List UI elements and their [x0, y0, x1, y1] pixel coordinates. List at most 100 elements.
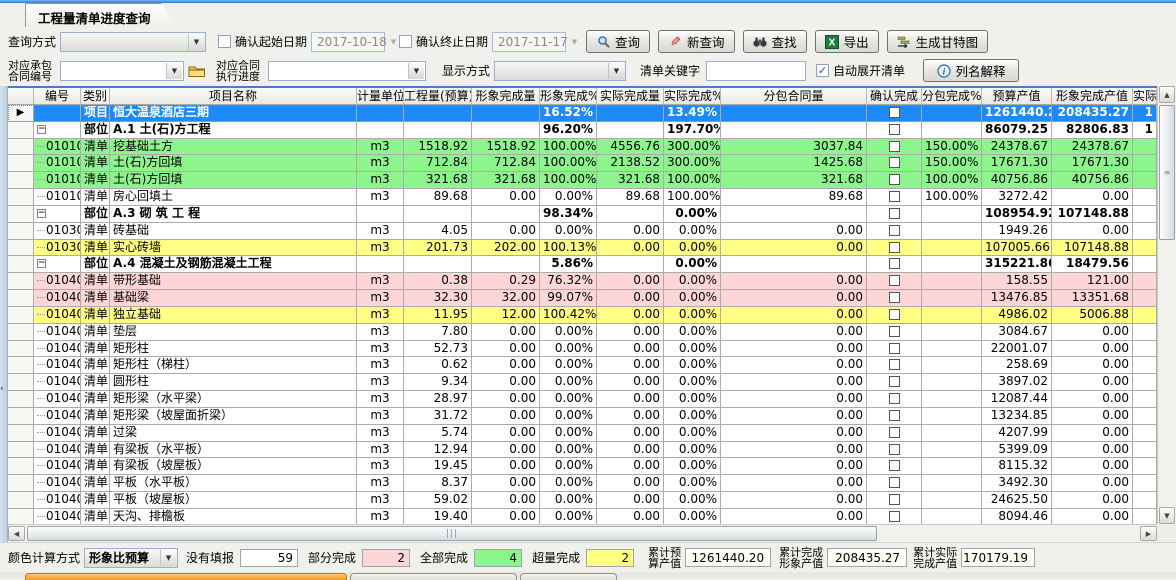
grid-cell-img_val[interactable]: 121.00 — [1052, 273, 1133, 289]
grid-cell-unit[interactable]: m3 — [357, 442, 404, 458]
auto-expand-checkbox[interactable]: ✓ — [816, 64, 829, 77]
row-selector[interactable] — [8, 189, 34, 205]
grid-cell-qty[interactable]: 5.74 — [404, 425, 472, 441]
grid-cell-budget_val[interactable]: 12087.44 — [982, 391, 1052, 407]
confirm-checkbox[interactable] — [889, 494, 900, 505]
grid-cell-qty[interactable]: 28.97 — [404, 391, 472, 407]
grid-cell-extra[interactable] — [1133, 442, 1157, 458]
grid-cell-unit[interactable] — [357, 122, 404, 138]
grid-cell-budget_val[interactable]: 40756.86 — [982, 172, 1052, 188]
grid-cell-sub_qty[interactable]: 0.00 — [721, 408, 867, 424]
grid-cell-name[interactable]: A.1 土(石)方工程 — [110, 122, 357, 138]
grid-cell-sub_pct[interactable] — [922, 475, 982, 491]
grid-cell-qty[interactable]: 7.80 — [404, 324, 472, 340]
grid-cell-unit[interactable]: m3 — [357, 324, 404, 340]
col-header-img_val[interactable]: 形象完成产值 — [1052, 88, 1133, 104]
grid-cell-img_val[interactable]: 0.00 — [1052, 408, 1133, 424]
grid-cell-confirm[interactable] — [867, 273, 922, 289]
row-selector[interactable] — [8, 492, 34, 508]
grid-cell-act_pct[interactable]: 13.49% — [664, 105, 721, 121]
grid-cell-act_pct[interactable]: 100.00% — [664, 172, 721, 188]
grid-cell-sub_pct[interactable] — [922, 357, 982, 373]
grid-cell-cat[interactable]: 清单 — [81, 223, 110, 239]
grid-cell-sub_pct[interactable] — [922, 290, 982, 306]
col-header-img_qty[interactable]: 形象完成量 — [472, 88, 540, 104]
grid-cell-cat[interactable]: 部位 — [81, 122, 110, 138]
grid-cell-unit[interactable]: m3 — [357, 391, 404, 407]
grid-cell-sub_qty[interactable]: 0.00 — [721, 290, 867, 306]
grid-cell-budget_val[interactable]: 5399.09 — [982, 442, 1052, 458]
grid-cell-unit[interactable]: m3 — [357, 357, 404, 373]
col-header-code[interactable]: 编号 — [34, 88, 81, 104]
grid-cell-sub_qty[interactable] — [721, 105, 867, 121]
grid-cell-sub_qty[interactable]: 0.00 — [721, 324, 867, 340]
table-row[interactable]: 010103清单房心回填土m389.680.000.00%89.68100.00… — [8, 189, 1176, 206]
grid-cell-sub_pct[interactable] — [922, 425, 982, 441]
end-date-checkbox[interactable] — [399, 35, 412, 48]
grid-cell-sub_qty[interactable] — [721, 206, 867, 222]
grid-cell-img_val[interactable]: 0.00 — [1052, 223, 1133, 239]
grid-cell-sub_pct[interactable] — [922, 492, 982, 508]
confirm-checkbox[interactable] — [889, 343, 900, 354]
grid-cell-img_qty[interactable]: 12.00 — [472, 307, 540, 323]
grid-cell-unit[interactable]: m3 — [357, 223, 404, 239]
grid-cell-sub_pct[interactable] — [922, 391, 982, 407]
grid-cell-extra[interactable] — [1133, 256, 1157, 272]
grid-cell-budget_val[interactable]: 4986.02 — [982, 307, 1052, 323]
row-selector[interactable] — [8, 509, 34, 524]
grid-cell-act_pct[interactable]: 0.00% — [664, 206, 721, 222]
grid-cell-extra[interactable]: 1 — [1133, 122, 1157, 138]
grid-cell-img_qty[interactable] — [472, 122, 540, 138]
grid-cell-name[interactable]: A.3 砌 筑 工 程 — [110, 206, 357, 222]
grid-cell-code[interactable]: 010402 — [34, 341, 81, 357]
grid-cell-cat[interactable]: 清单 — [81, 357, 110, 373]
grid-cell-act_qty[interactable] — [597, 256, 664, 272]
grid-cell-img_val[interactable]: 0.00 — [1052, 509, 1133, 524]
grid-cell-extra[interactable] — [1133, 273, 1157, 289]
grid-cell-name[interactable]: 带形基础 — [110, 273, 357, 289]
grid-cell-act_qty[interactable]: 0.00 — [597, 273, 664, 289]
grid-cell-sub_pct[interactable] — [922, 256, 982, 272]
grid-cell-img_pct[interactable]: 100.13% — [540, 240, 597, 256]
contract-no-select[interactable]: ▼ — [60, 61, 184, 81]
grid-cell-unit[interactable]: m3 — [357, 155, 404, 171]
grid-cell-img_pct[interactable]: 0.00% — [540, 425, 597, 441]
grid-cell-sub_qty[interactable]: 0.00 — [721, 357, 867, 373]
scroll-right-button[interactable]: ▶ — [1140, 526, 1157, 541]
grid-cell-extra[interactable] — [1133, 374, 1157, 390]
table-row[interactable]: 010402清单圆形柱m39.340.000.00%0.000.00%0.003… — [8, 374, 1176, 391]
table-row[interactable]: 010405清单有梁板（水平板）m312.940.000.00%0.000.00… — [8, 442, 1176, 459]
collapse-panel-splitter[interactable]: ‹ — [0, 86, 8, 542]
grid-cell-unit[interactable]: m3 — [357, 307, 404, 323]
scroll-up-button[interactable]: ▲ — [1159, 86, 1175, 103]
grid-cell-img_qty[interactable] — [472, 105, 540, 121]
grid-cell-code[interactable]: 010103 — [34, 155, 81, 171]
grid-cell-extra[interactable] — [1133, 155, 1157, 171]
grid-cell-unit[interactable]: m3 — [357, 475, 404, 491]
keyword-input[interactable] — [706, 61, 806, 81]
grid-cell-act_pct[interactable]: 0.00% — [664, 223, 721, 239]
grid-cell-budget_val[interactable]: 315221.86 — [982, 256, 1052, 272]
grid-cell-act_pct[interactable]: 0.00% — [664, 492, 721, 508]
grid-cell-img_pct[interactable]: 76.32% — [540, 273, 597, 289]
grid-cell-extra[interactable] — [1133, 139, 1157, 155]
grid-cell-act_qty[interactable]: 0.00 — [597, 408, 664, 424]
col-header-budget_val[interactable]: 预算产值 — [982, 88, 1052, 104]
grid-cell-name[interactable]: 有梁板（坡屋板） — [110, 458, 357, 474]
grid-cell-name[interactable]: 实心砖墙 — [110, 240, 357, 256]
grid-cell-qty[interactable]: 19.45 — [404, 458, 472, 474]
grid-cell-qty[interactable]: 321.68 — [404, 172, 472, 188]
grid-cell-img_qty[interactable]: 0.00 — [472, 189, 540, 205]
grid-cell-code[interactable]: 010101 — [34, 139, 81, 155]
confirm-checkbox[interactable] — [889, 208, 900, 219]
grid-cell-cat[interactable]: 清单 — [81, 189, 110, 205]
start-date-checkbox[interactable] — [218, 35, 231, 48]
grid-cell-act_qty[interactable]: 321.68 — [597, 172, 664, 188]
grid-cell-cat[interactable]: 部位 — [81, 206, 110, 222]
grid-cell-confirm[interactable] — [867, 189, 922, 205]
grid-cell-cat[interactable]: 部位 — [81, 256, 110, 272]
grid-cell-img_qty[interactable]: 0.00 — [472, 425, 540, 441]
grid-cell-code[interactable]: 010405 — [34, 509, 81, 524]
grid-cell-code[interactable]: 010103 — [34, 172, 81, 188]
grid-cell-act_qty[interactable]: 0.00 — [597, 324, 664, 340]
